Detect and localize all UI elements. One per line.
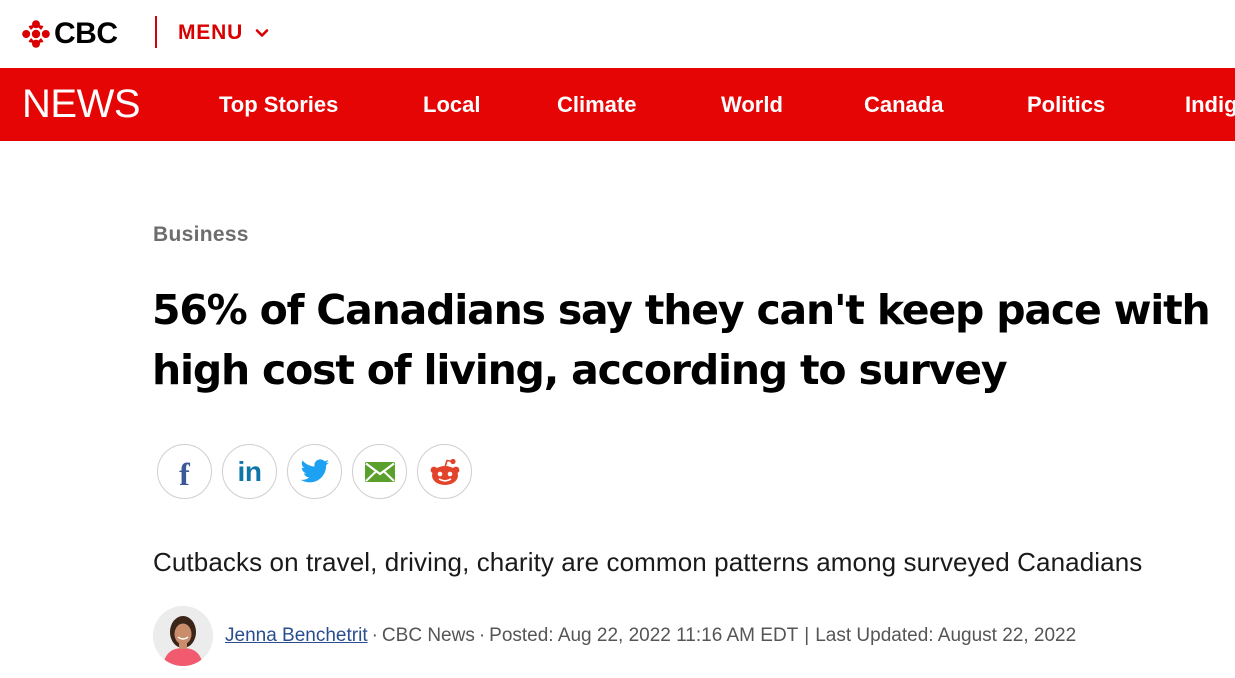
nav-item-top-stories[interactable]: Top Stories <box>219 92 338 118</box>
news-brand[interactable]: NEWS <box>22 82 141 126</box>
header-divider <box>155 16 157 48</box>
share-linkedin-button[interactable]: in <box>222 444 277 499</box>
nav-item-politics[interactable]: Politics <box>1027 92 1105 118</box>
updated-date: Last Updated: August 22, 2022 <box>815 625 1077 646</box>
share-email-button[interactable] <box>352 444 407 499</box>
article-deck: Cutbacks on travel, driving, charity are… <box>153 547 1143 577</box>
article-headline: 56% of Canadians say they can't keep pac… <box>152 286 1211 394</box>
email-icon <box>364 461 395 482</box>
byline-separator: | <box>804 625 810 646</box>
share-bar: f in <box>157 444 482 499</box>
section-label[interactable]: Business <box>153 223 249 247</box>
linkedin-icon: in <box>237 455 262 487</box>
reddit-icon <box>430 458 459 485</box>
author-photo <box>153 606 213 666</box>
nav-item-canada[interactable]: Canada <box>864 92 943 118</box>
author-link[interactable]: Jenna Benchetrit <box>225 625 368 647</box>
author-avatar[interactable] <box>153 606 213 666</box>
facebook-icon: f <box>179 455 190 492</box>
nav-item-local[interactable]: Local <box>423 92 480 118</box>
nav-item-world[interactable]: World <box>721 92 783 118</box>
cbc-logo-text: CBC <box>54 17 118 50</box>
cbc-gem-icon <box>22 20 50 48</box>
outlet-name: CBC News <box>381 625 475 646</box>
news-nav-bar: NEWS Top Stories Local Climate World Can… <box>0 68 1235 141</box>
twitter-icon <box>300 458 329 482</box>
chevron-down-icon <box>255 29 269 37</box>
menu-label: MENU <box>178 21 244 44</box>
posted-date: Posted: Aug 22, 2022 11:16 AM EDT <box>489 625 799 646</box>
share-reddit-button[interactable] <box>417 444 472 499</box>
share-facebook-button[interactable]: f <box>157 444 212 499</box>
byline: Jenna Benchetrit · CBC News · Posted: Au… <box>153 606 1076 666</box>
share-twitter-button[interactable] <box>287 444 342 499</box>
cbc-logo[interactable]: CBC <box>22 16 118 52</box>
menu-button[interactable]: MENU <box>178 19 269 47</box>
nav-item-climate[interactable]: Climate <box>557 92 636 118</box>
byline-dot: · <box>478 625 486 646</box>
top-header: CBC MENU <box>0 0 1235 68</box>
nav-item-indigenous[interactable]: Indigenous <box>1185 92 1235 118</box>
byline-dot: · <box>371 625 378 646</box>
